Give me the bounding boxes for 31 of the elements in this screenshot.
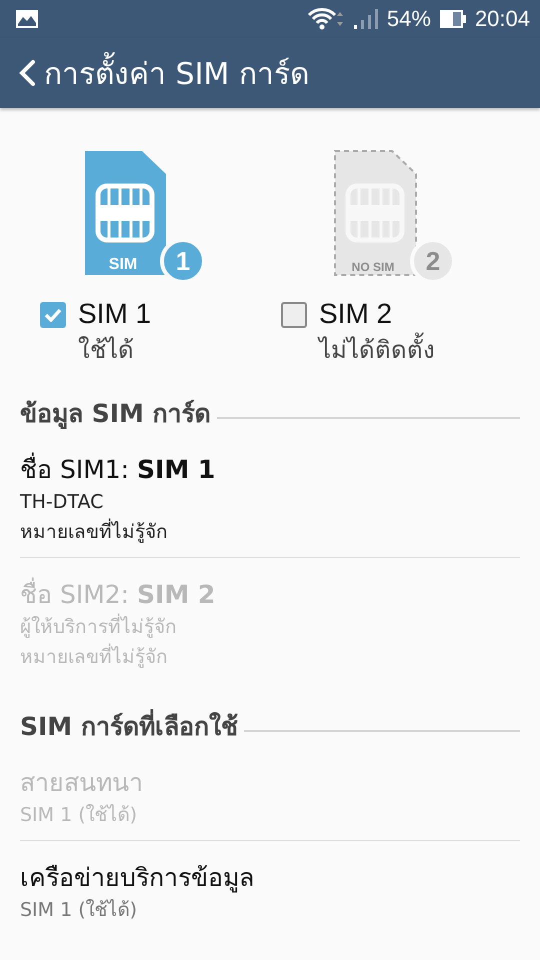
sim-name: SIM 1 <box>78 298 152 330</box>
item-title: สายสนทนา <box>20 767 144 799</box>
sim-card-label: SIM <box>108 256 138 274</box>
sim-status: ใช้ได้ <box>78 335 135 366</box>
item-detail: หมายเลขที่ไม่รู้จัก <box>20 642 520 672</box>
item-detail: TH-DTAC <box>20 490 104 515</box>
clock-time: 20:04 <box>474 6 530 32</box>
signal-icon <box>352 8 379 30</box>
settings-item[interactable]: ชื่อ SIM1: SIM 1 TH-DTAC หมายเลขที่ไม่รู้จัก <box>20 433 520 558</box>
item-detail: SIM 1 (ใช้ได้) <box>20 803 138 828</box>
sim-name: SIM 2 <box>319 298 394 330</box>
sim-card-label: NO SIM <box>350 260 396 274</box>
back-icon[interactable] <box>18 59 36 87</box>
item-detail: หมายเลขที่ไม่รู้จัก <box>20 517 520 547</box>
item-title: ชื่อ SIM1: SIM 1 <box>20 453 520 487</box>
battery-icon <box>438 9 467 29</box>
section-header: SIM การ์ดที่เลือกใช้ <box>20 706 238 746</box>
page-title: การตั้งค่า SIM การ์ด <box>44 50 309 96</box>
item-detail: ผู้ให้บริการที่ไม่รู้จัก <box>20 612 520 642</box>
item-detail: SIM 1 (ใช้ได้) <box>20 898 138 923</box>
settings-item[interactable]: เครือข่ายบริการข้อมูล SIM 1 (ใช้ได้) <box>20 841 520 935</box>
sim-status: ไม่ได้ติดตั้ง <box>319 330 435 369</box>
battery-percent: 54% <box>386 6 431 32</box>
section-header: ข้อมูล SIM การ์ด <box>20 398 211 431</box>
wifi-icon <box>306 7 345 31</box>
image-icon <box>15 9 39 29</box>
sim-checkbox[interactable] <box>281 302 307 328</box>
sim-checkbox[interactable] <box>40 302 66 328</box>
check-icon <box>44 308 62 322</box>
item-title: ชื่อ SIM2: SIM 2 <box>20 578 520 612</box>
item-title: เครือข่ายบริการข้อมูล <box>20 862 255 894</box>
